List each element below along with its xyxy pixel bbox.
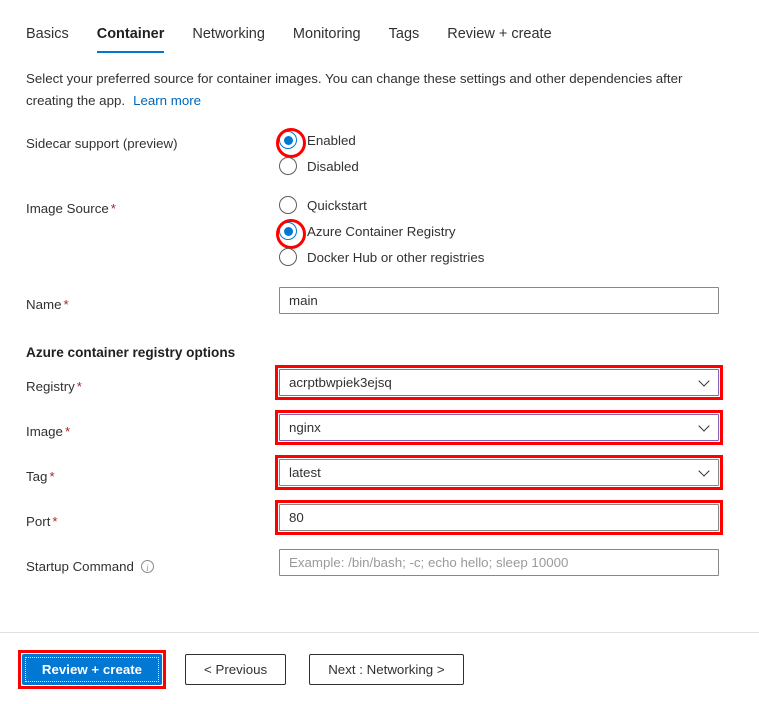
tag-dropdown[interactable]: latest (279, 459, 719, 486)
registry-label: Registry* (26, 378, 82, 396)
tab-label: Tags (389, 26, 420, 42)
tab-label: Container (97, 26, 165, 42)
label-text: Port (26, 514, 50, 529)
label-text: Name (26, 297, 61, 312)
tab-label: Monitoring (293, 26, 361, 42)
registry-dropdown-value: acrptbwpiek3ejsq (289, 370, 709, 395)
radio-label: Quickstart (307, 198, 367, 213)
required-asterisk: * (77, 379, 82, 394)
radio-label: Azure Container Registry (307, 224, 456, 239)
tab-label: Networking (192, 26, 265, 42)
image-source-label: Image Source* (26, 200, 116, 218)
port-label: Port* (26, 513, 58, 531)
review-create-button-wrap: Review + create (22, 654, 162, 685)
page-description: Select your preferred source for contain… (26, 68, 726, 112)
section-title-azure-container-registry-options: Azure container registry options (26, 345, 235, 360)
next-networking-button[interactable]: Next : Networking > (309, 654, 463, 685)
port-input-value: 80 (289, 505, 709, 530)
image-dropdown[interactable]: nginx (279, 414, 719, 441)
label-text: Image Source (26, 201, 109, 216)
radio-option-enabled[interactable]: Enabled (279, 127, 359, 153)
tag-dropdown-value: latest (289, 460, 709, 485)
startup-command-label: Startup Command (26, 558, 154, 576)
image-label: Image* (26, 423, 70, 441)
radio-icon-docker-hub[interactable] (279, 248, 297, 266)
sidecar-support-radio-group: Enabled Disabled (279, 127, 359, 179)
tab-basics[interactable]: Basics (26, 24, 83, 53)
radio-icon-azure-container-registry[interactable] (279, 222, 297, 240)
container-tab-page: Basics Container Networking Monitoring T… (0, 0, 759, 704)
tab-tags[interactable]: Tags (375, 24, 434, 53)
tab-label: Basics (26, 26, 69, 42)
learn-more-link[interactable]: Learn more (133, 93, 201, 108)
radio-label: Enabled (307, 133, 356, 148)
name-label: Name* (26, 296, 69, 314)
name-input[interactable]: main (279, 287, 719, 314)
tag-label: Tag* (26, 468, 55, 486)
image-source-radio-group: Quickstart Azure Container Registry Dock… (279, 192, 484, 270)
tab-label: Review + create (447, 26, 551, 42)
sidecar-support-label: Sidecar support (preview) (26, 135, 178, 153)
radio-option-quickstart[interactable]: Quickstart (279, 192, 484, 218)
next-networking-button-label: Next : Networking > (328, 662, 444, 677)
label-text: Registry (26, 379, 75, 394)
previous-button-label: < Previous (204, 662, 267, 677)
label-text: Tag (26, 469, 47, 484)
radio-option-docker-hub[interactable]: Docker Hub or other registries (279, 244, 484, 270)
label-text: Image (26, 424, 63, 439)
description-text: Select your preferred source for contain… (26, 71, 682, 108)
required-asterisk: * (111, 201, 116, 216)
startup-command-placeholder: Example: /bin/bash; -c; echo hello; slee… (289, 550, 709, 575)
name-input-value: main (289, 288, 709, 313)
required-asterisk: * (49, 469, 54, 484)
required-asterisk: * (52, 514, 57, 529)
startup-command-input[interactable]: Example: /bin/bash; -c; echo hello; slee… (279, 549, 719, 576)
radio-icon-quickstart[interactable] (279, 196, 297, 214)
previous-button[interactable]: < Previous (185, 654, 286, 685)
tab-monitoring[interactable]: Monitoring (279, 24, 375, 53)
image-dropdown-value: nginx (289, 415, 709, 440)
tab-review-create[interactable]: Review + create (433, 24, 565, 53)
radio-icon-disabled[interactable] (279, 157, 297, 175)
tab-container[interactable]: Container (83, 24, 179, 53)
radio-option-azure-container-registry[interactable]: Azure Container Registry (279, 218, 484, 244)
radio-label: Disabled (307, 159, 359, 174)
required-asterisk: * (63, 297, 68, 312)
info-icon[interactable] (141, 560, 154, 573)
tab-networking[interactable]: Networking (178, 24, 279, 53)
review-create-button-label: Review + create (42, 662, 142, 677)
radio-label: Docker Hub or other registries (307, 250, 484, 265)
footer-divider (0, 632, 759, 633)
label-text: Startup Command (26, 559, 134, 574)
required-asterisk: * (65, 424, 70, 439)
radio-option-disabled[interactable]: Disabled (279, 153, 359, 179)
radio-icon-enabled[interactable] (279, 131, 297, 149)
label-text: Sidecar support (preview) (26, 136, 178, 151)
registry-dropdown[interactable]: acrptbwpiek3ejsq (279, 369, 719, 396)
wizard-tabs: Basics Container Networking Monitoring T… (0, 24, 566, 53)
review-create-button[interactable]: Review + create (22, 654, 162, 685)
port-input[interactable]: 80 (279, 504, 719, 531)
footer-actions: Review + create < Previous Next : Networ… (22, 654, 464, 685)
